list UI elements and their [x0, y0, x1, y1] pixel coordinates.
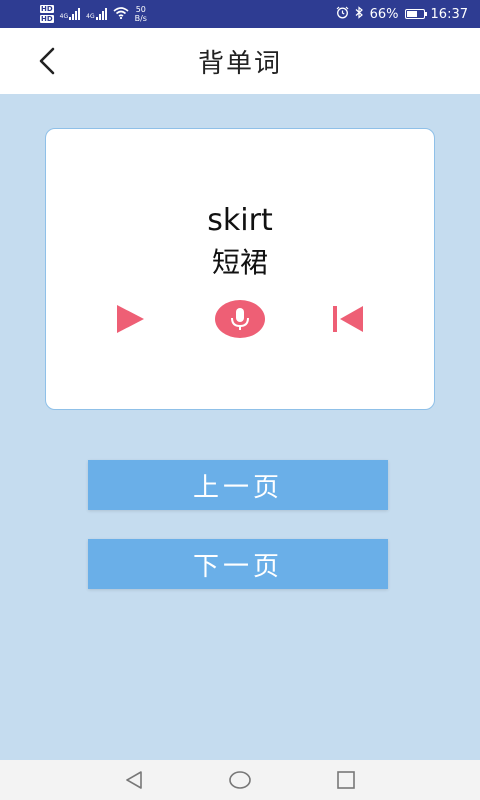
skip-previous-icon: [333, 306, 363, 332]
system-home-button[interactable]: [222, 765, 258, 795]
next-page-button[interactable]: 下一页: [88, 539, 388, 589]
app-header: 背单词: [0, 28, 480, 94]
microphone-icon: [215, 300, 265, 338]
play-icon: [117, 305, 144, 333]
word-card: skirt 短裙: [45, 128, 435, 410]
signal-icon: [69, 8, 81, 20]
hd-indicator: HD HD: [40, 4, 54, 24]
recents-square-icon: [337, 771, 355, 789]
sim1-hd-label: HD: [40, 5, 54, 13]
skip-previous-button[interactable]: [320, 297, 376, 341]
battery-icon: [404, 9, 427, 19]
speed-unit: B/s: [134, 14, 147, 23]
network-speed: 50 B/s: [135, 5, 147, 23]
sim1-signal: 4G: [59, 8, 81, 20]
page-title: 背单词: [197, 48, 282, 79]
system-nav-bar: [0, 760, 480, 800]
previous-page-button[interactable]: 上一页: [88, 460, 388, 510]
sim2-hd-label: HD: [40, 15, 54, 23]
status-bar: HD HD 4G 4G 50 B/s 66% 16:37: [0, 0, 480, 28]
system-recents-button[interactable]: [328, 765, 364, 795]
battery-percent: 66%: [369, 6, 399, 22]
net1-label: 4G: [59, 13, 69, 20]
word-meaning: 短裙: [211, 246, 268, 279]
record-button[interactable]: [212, 297, 268, 341]
back-triangle-icon: [126, 771, 142, 789]
status-left: HD HD 4G 4G 50 B/s: [40, 4, 147, 24]
net2-label: 4G: [86, 13, 95, 20]
wifi-icon: [113, 6, 129, 22]
alarm-icon: [336, 6, 349, 23]
bluetooth-icon: [355, 5, 364, 23]
word-text: skirt: [207, 203, 273, 238]
clock: 16:37: [430, 6, 468, 22]
signal-icon-2: [95, 8, 107, 20]
back-button[interactable]: [30, 44, 64, 78]
system-back-button[interactable]: [116, 765, 152, 795]
chevron-left-icon: [39, 47, 55, 75]
speed-value: 50: [135, 5, 146, 14]
battery-fill: [406, 11, 418, 17]
sim2-signal: 4G: [86, 8, 107, 20]
play-button[interactable]: [102, 297, 158, 341]
home-circle-icon: [229, 771, 251, 789]
status-right: 66% 16:37: [336, 5, 468, 23]
